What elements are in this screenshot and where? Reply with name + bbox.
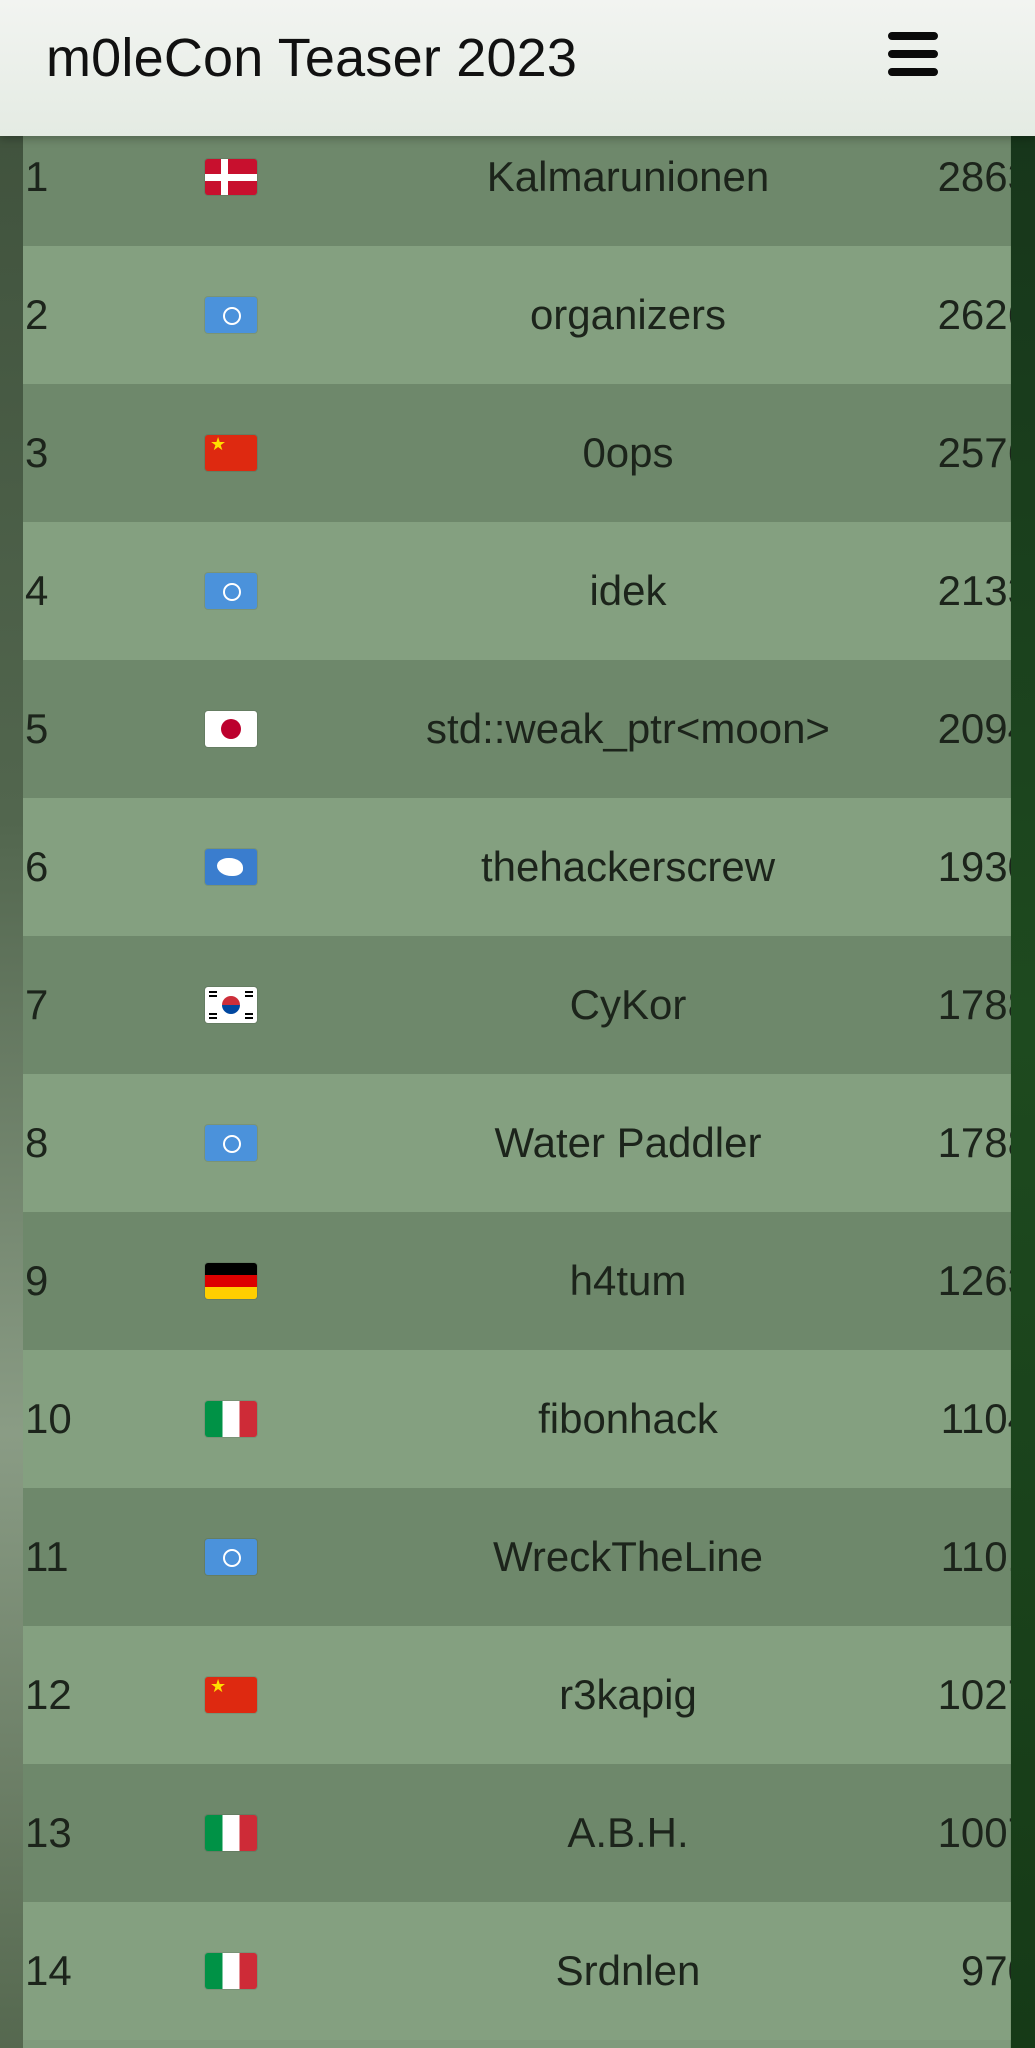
team-name[interactable]: std::weak_ptr<moon> xyxy=(283,660,973,798)
united-nations-flag-icon xyxy=(205,1125,257,1161)
menu-bar xyxy=(888,50,938,58)
flag-cell xyxy=(203,660,259,798)
flag-cell xyxy=(203,1764,259,1902)
flag-cell xyxy=(203,1350,259,1488)
team-name[interactable]: Water Paddler xyxy=(283,1074,973,1212)
rank-cell: 1 xyxy=(25,153,49,200)
team-name[interactable]: WreckTheLine xyxy=(283,1488,973,1626)
germany-flag-icon xyxy=(205,1263,257,1299)
team-name[interactable]: A.B.H. xyxy=(283,1764,973,1902)
table-row[interactable]: 2 organizers 2626 xyxy=(23,246,1011,384)
flag-cell xyxy=(203,936,259,1074)
score-cell: 2626 xyxy=(937,291,1011,338)
rank-cell: 5 xyxy=(25,705,49,752)
rank-cell: 13 xyxy=(25,1809,72,1856)
team-name[interactable]: Kalmarunionen xyxy=(283,136,973,246)
italy-flag-icon xyxy=(205,1953,257,1989)
united-nations-flag-icon xyxy=(205,297,257,333)
score-cell: 1930 xyxy=(937,843,1011,890)
rank-cell: 8 xyxy=(25,1119,49,1166)
team-name[interactable]: organizers xyxy=(283,246,973,384)
score-cell: 1101 xyxy=(940,1533,1011,1580)
team-name[interactable]: fibonhack xyxy=(283,1350,973,1488)
rank-cell: 11 xyxy=(25,1533,69,1580)
table-row[interactable]: 13 A.B.H. 1007 xyxy=(23,1764,1011,1902)
japan-flag-icon xyxy=(205,711,257,747)
flag-cell xyxy=(203,1212,259,1350)
flag-cell xyxy=(203,384,259,522)
rank-cell: 4 xyxy=(25,567,49,614)
score-cell: 2094 xyxy=(937,705,1011,752)
hamburger-menu-icon[interactable] xyxy=(884,30,944,80)
table-row[interactable]: 6 thehackerscrew 1930 xyxy=(23,798,1011,936)
china-flag-icon xyxy=(205,1677,257,1713)
score-cell: 1788 xyxy=(937,1119,1011,1166)
rank-cell: 9 xyxy=(25,1257,49,1304)
top-navbar: m0leCon Teaser 2023 xyxy=(0,0,1035,136)
score-cell: 1104 xyxy=(940,1395,1011,1442)
rank-cell: 2 xyxy=(25,291,49,338)
rank-cell: 7 xyxy=(25,981,49,1028)
team-name[interactable]: h4tum xyxy=(283,1212,973,1350)
south-korea-flag-icon xyxy=(205,987,257,1023)
team-name[interactable]: Srdnlen xyxy=(283,1902,973,2040)
united-nations-flag-icon xyxy=(205,573,257,609)
flag-cell xyxy=(203,1488,259,1626)
team-name[interactable]: 0ops xyxy=(283,384,973,522)
flag-cell xyxy=(203,798,259,936)
table-row[interactable]: 5 std::weak_ptr<moon> 2094 xyxy=(23,660,1011,798)
rank-cell: 10 xyxy=(25,1395,72,1442)
page-background-right xyxy=(1011,0,1035,2048)
score-cell: 970 xyxy=(960,1947,1011,1994)
score-cell: 1263 xyxy=(937,1257,1011,1304)
team-name[interactable]: CyKor xyxy=(283,936,973,1074)
team-name[interactable]: thehackerscrew xyxy=(283,798,973,936)
score-cell: 1788 xyxy=(937,981,1011,1028)
menu-bar xyxy=(888,32,938,40)
table-row[interactable]: 9 h4tum 1263 xyxy=(23,1212,1011,1350)
rank-cell: 3 xyxy=(25,429,49,476)
table-row[interactable]: 10 fibonhack 1104 xyxy=(23,1350,1011,1488)
scoreboard-table: 1 Kalmarunionen 2863 2 organizers 2626 3… xyxy=(23,136,1011,2048)
table-row[interactable]: 1 Kalmarunionen 2863 xyxy=(23,136,1011,246)
table-row[interactable]: 4 idek 2133 xyxy=(23,522,1011,660)
table-row[interactable]: 8 Water Paddler 1788 xyxy=(23,1074,1011,1212)
page-background-left xyxy=(0,0,23,2048)
united-nations-flag-icon xyxy=(205,1539,257,1575)
site-title[interactable]: m0leCon Teaser 2023 xyxy=(46,0,577,116)
table-row[interactable]: 14 Srdnlen 970 xyxy=(23,1902,1011,2040)
flag-cell xyxy=(203,522,259,660)
flag-cell xyxy=(203,136,259,246)
china-flag-icon xyxy=(205,435,257,471)
table-row[interactable]: 11 WreckTheLine 1101 xyxy=(23,1488,1011,1626)
rank-cell: 6 xyxy=(25,843,49,890)
flag-cell xyxy=(203,246,259,384)
italy-flag-icon xyxy=(205,1815,257,1851)
table-row[interactable]: 3 0ops 2576 xyxy=(23,384,1011,522)
menu-bar xyxy=(888,68,938,76)
rank-cell: 12 xyxy=(25,1671,72,1718)
italy-flag-icon xyxy=(205,1401,257,1437)
denmark-flag-icon xyxy=(205,159,257,195)
table-row[interactable]: 7 CyKor 1788 xyxy=(23,936,1011,1074)
score-cell: 2576 xyxy=(937,429,1011,476)
flag-cell xyxy=(203,1902,259,2040)
score-cell: 2863 xyxy=(937,153,1011,200)
team-name[interactable]: idek xyxy=(283,522,973,660)
table-row[interactable]: 12 r3kapig 1027 xyxy=(23,1626,1011,1764)
flag-cell xyxy=(203,1074,259,1212)
flag-cell xyxy=(203,1626,259,1764)
score-cell: 1007 xyxy=(937,1809,1011,1856)
score-cell: 2133 xyxy=(937,567,1011,614)
score-cell: 1027 xyxy=(937,1671,1011,1718)
rank-cell: 14 xyxy=(25,1947,72,1994)
team-name[interactable]: r3kapig xyxy=(283,1626,973,1764)
antarctica-flag-icon xyxy=(205,849,257,885)
